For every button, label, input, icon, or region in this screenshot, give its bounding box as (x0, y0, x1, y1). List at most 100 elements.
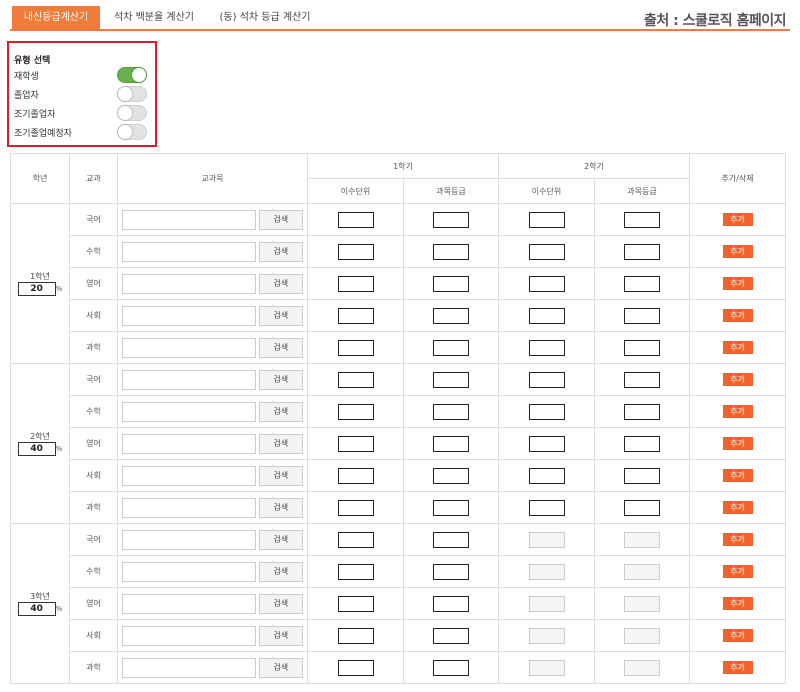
sem1-units-input[interactable] (337, 307, 374, 324)
add-button[interactable]: 추가 (722, 309, 753, 322)
course-name-input[interactable] (122, 561, 257, 582)
course-name-input[interactable] (122, 433, 257, 454)
course-name-input[interactable] (122, 369, 257, 390)
add-button[interactable]: 추가 (722, 213, 753, 226)
sem1-grade-input[interactable] (433, 243, 469, 260)
sem1-grade-input[interactable] (433, 211, 469, 228)
sem1-grade-input[interactable] (433, 595, 469, 612)
course-name-input[interactable] (122, 401, 257, 422)
tab-rank-grade-calculator[interactable]: (동) 석차 등급 계산기 (210, 6, 320, 30)
course-name-input[interactable] (122, 657, 257, 678)
year-weight-input[interactable]: 20 (17, 282, 56, 296)
type-option-toggle[interactable] (117, 67, 147, 83)
year-weight-input[interactable]: 40 (17, 602, 56, 616)
year-weight-input[interactable]: 40 (17, 442, 56, 456)
course-name-input[interactable] (122, 209, 257, 230)
sem1-units-input[interactable] (337, 563, 374, 580)
sem2-grade-input[interactable] (624, 467, 660, 484)
sem2-units-input[interactable] (528, 307, 565, 324)
sem1-units-input[interactable] (337, 211, 374, 228)
sem2-units-input[interactable] (528, 371, 565, 388)
sem1-grade-input[interactable] (433, 435, 469, 452)
sem1-grade-input[interactable] (433, 275, 469, 292)
sem1-grade-input[interactable] (433, 627, 469, 644)
add-button[interactable]: 추가 (722, 533, 753, 546)
tab-grade-calculator[interactable]: 내신등급계산기 (12, 6, 100, 30)
type-option-toggle[interactable] (117, 86, 147, 102)
sem1-grade-input[interactable] (433, 659, 469, 676)
add-button[interactable]: 추가 (722, 341, 753, 354)
course-name-input[interactable] (122, 593, 257, 614)
course-name-input[interactable] (122, 305, 257, 326)
sem2-units-input[interactable] (528, 275, 565, 292)
search-button[interactable]: 검색 (258, 497, 303, 518)
sem1-units-input[interactable] (337, 531, 374, 548)
sem2-units-input[interactable] (528, 435, 565, 452)
search-button[interactable]: 검색 (258, 337, 303, 358)
add-button[interactable]: 추가 (722, 373, 753, 386)
sem1-units-input[interactable] (337, 243, 374, 260)
course-name-input[interactable] (122, 497, 257, 518)
course-name-input[interactable] (122, 625, 257, 646)
search-button[interactable]: 검색 (258, 561, 303, 582)
tab-percentile-calculator[interactable]: 석차 백분율 계산기 (104, 6, 204, 30)
sem1-grade-input[interactable] (433, 499, 469, 516)
sem2-units-input[interactable] (528, 211, 565, 228)
add-button[interactable]: 추가 (722, 437, 753, 450)
sem2-units-input[interactable] (528, 499, 565, 516)
search-button[interactable]: 검색 (258, 209, 303, 230)
sem1-grade-input[interactable] (433, 531, 469, 548)
add-button[interactable]: 추가 (722, 405, 753, 418)
sem1-units-input[interactable] (337, 499, 374, 516)
search-button[interactable]: 검색 (258, 625, 303, 646)
sem2-grade-input[interactable] (624, 243, 660, 260)
add-button[interactable]: 추가 (722, 277, 753, 290)
sem1-grade-input[interactable] (433, 403, 469, 420)
course-name-input[interactable] (122, 465, 257, 486)
course-name-input[interactable] (122, 273, 257, 294)
course-name-input[interactable] (122, 529, 257, 550)
search-button[interactable]: 검색 (258, 529, 303, 550)
sem1-grade-input[interactable] (433, 467, 469, 484)
search-button[interactable]: 검색 (258, 657, 303, 678)
add-button[interactable]: 추가 (722, 661, 753, 674)
sem2-grade-input[interactable] (624, 275, 660, 292)
search-button[interactable]: 검색 (258, 401, 303, 422)
sem2-grade-input[interactable] (624, 403, 660, 420)
type-option-toggle[interactable] (117, 105, 147, 121)
sem1-grade-input[interactable] (433, 563, 469, 580)
sem2-units-input[interactable] (528, 243, 565, 260)
sem2-units-input[interactable] (528, 403, 565, 420)
add-button[interactable]: 추가 (722, 597, 753, 610)
sem2-grade-input[interactable] (624, 339, 660, 356)
search-button[interactable]: 검색 (258, 433, 303, 454)
sem1-units-input[interactable] (337, 659, 374, 676)
search-button[interactable]: 검색 (258, 305, 303, 326)
sem2-grade-input[interactable] (624, 211, 660, 228)
sem1-units-input[interactable] (337, 275, 374, 292)
search-button[interactable]: 검색 (258, 369, 303, 390)
add-button[interactable]: 추가 (722, 245, 753, 258)
sem1-grade-input[interactable] (433, 307, 469, 324)
course-name-input[interactable] (122, 241, 257, 262)
type-option-toggle[interactable] (117, 124, 147, 140)
add-button[interactable]: 추가 (722, 469, 753, 482)
search-button[interactable]: 검색 (258, 241, 303, 262)
search-button[interactable]: 검색 (258, 465, 303, 486)
sem1-units-input[interactable] (337, 403, 374, 420)
sem2-grade-input[interactable] (624, 499, 660, 516)
sem2-units-input[interactable] (528, 339, 565, 356)
sem1-grade-input[interactable] (433, 371, 469, 388)
sem2-grade-input[interactable] (624, 371, 660, 388)
search-button[interactable]: 검색 (258, 273, 303, 294)
search-button[interactable]: 검색 (258, 593, 303, 614)
add-button[interactable]: 추가 (722, 501, 753, 514)
course-name-input[interactable] (122, 337, 257, 358)
sem1-units-input[interactable] (337, 467, 374, 484)
sem1-units-input[interactable] (337, 595, 374, 612)
sem1-units-input[interactable] (337, 627, 374, 644)
sem1-units-input[interactable] (337, 371, 374, 388)
add-button[interactable]: 추가 (722, 565, 753, 578)
sem2-grade-input[interactable] (624, 307, 660, 324)
sem2-grade-input[interactable] (624, 435, 660, 452)
